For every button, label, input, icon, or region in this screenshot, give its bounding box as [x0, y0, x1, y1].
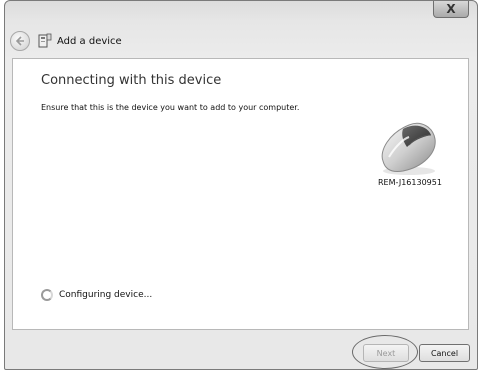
- close-button[interactable]: X: [433, 1, 469, 18]
- main-content: Connecting with this device Ensure that …: [12, 58, 469, 330]
- close-icon: X: [446, 2, 456, 16]
- cancel-button[interactable]: Cancel: [419, 344, 470, 362]
- next-button[interactable]: Next: [363, 344, 409, 362]
- back-button[interactable]: [10, 31, 30, 51]
- mouse-icon[interactable]: [373, 117, 443, 177]
- window-title: Add a device: [57, 36, 122, 47]
- footer: Next Cancel: [5, 331, 477, 369]
- instruction-text: Ensure that this is the device you want …: [41, 103, 300, 112]
- header: Add a device: [5, 27, 477, 57]
- status-text: Configuring device...: [59, 290, 153, 300]
- page-title: Connecting with this device: [41, 73, 222, 88]
- status-row: Configuring device...: [41, 289, 152, 301]
- spinner-icon: [41, 289, 53, 301]
- back-arrow-icon: [15, 36, 24, 46]
- device-icon: [38, 33, 52, 48]
- add-device-window: X Add a device Connecting with this devi…: [4, 0, 478, 370]
- device-name: REM-J16130951: [378, 178, 442, 187]
